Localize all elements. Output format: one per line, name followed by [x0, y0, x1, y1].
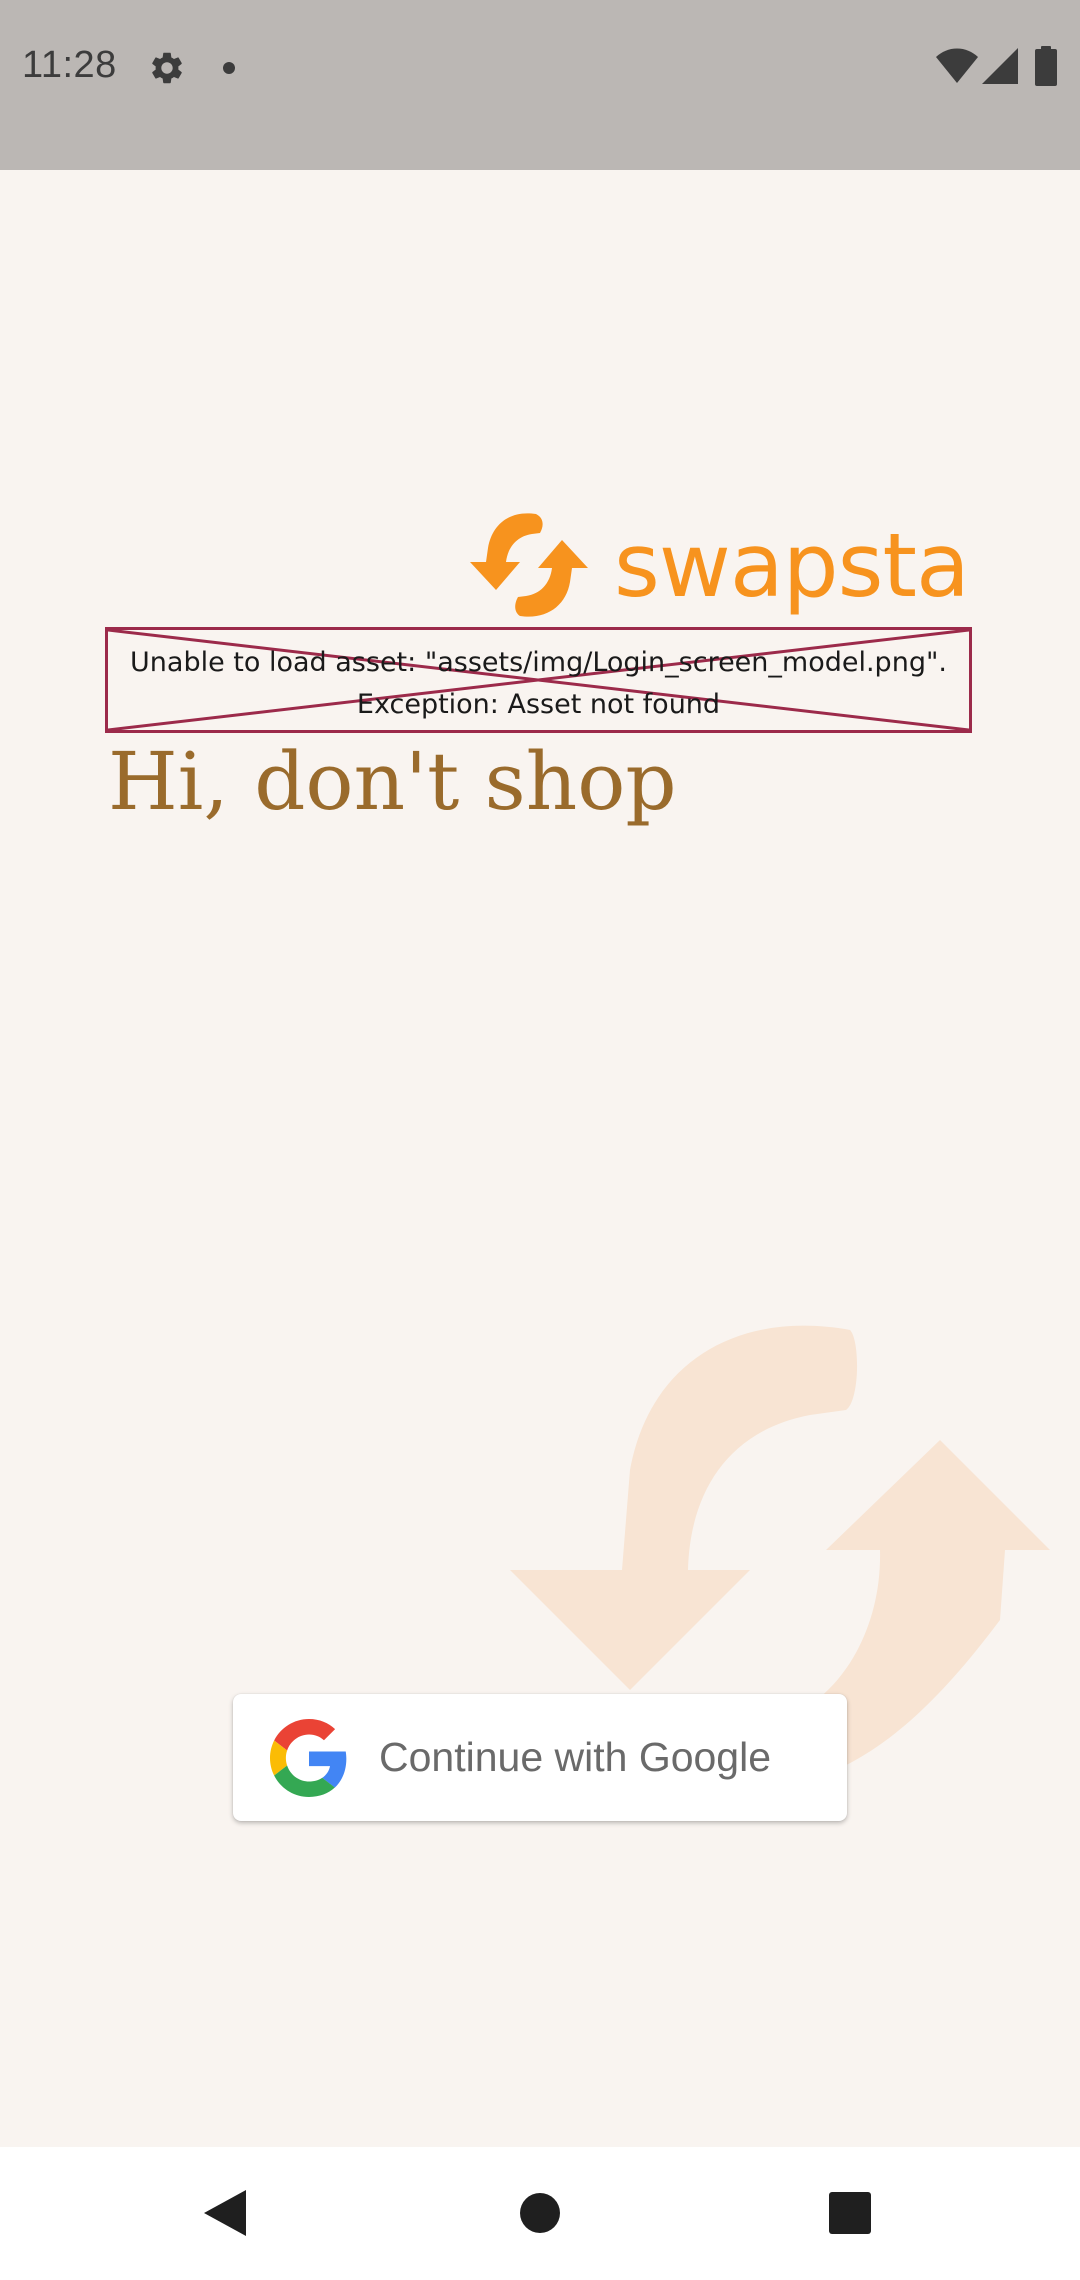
back-icon[interactable] — [204, 2190, 246, 2241]
continue-with-google-button[interactable]: Continue with Google — [233, 1694, 847, 1821]
login-screen: 11:28 swapsta Unable to load asset: "ass… — [0, 0, 1080, 2280]
google-g-icon — [270, 1719, 347, 1797]
wifi-icon — [936, 48, 978, 89]
asset-error-message: Unable to load asset: "assets/img/Login_… — [130, 647, 947, 720]
google-button-label: Continue with Google — [379, 1734, 772, 1780]
swapsta-logo: swapsta — [470, 510, 970, 620]
status-bar: 11:28 — [0, 0, 1080, 170]
home-icon[interactable] — [519, 2192, 561, 2239]
cellular-signal-icon — [982, 48, 1018, 89]
navigation-bar — [0, 2147, 1080, 2280]
battery-icon — [1035, 46, 1057, 91]
greeting-heading: Hi, don't shop — [108, 735, 677, 828]
swapsta-logo-icon — [470, 513, 588, 617]
notification-dot-icon — [222, 61, 236, 80]
asset-error-placeholder: Unable to load asset: "assets/img/Login_… — [105, 627, 972, 733]
recents-icon[interactable] — [829, 2192, 871, 2239]
settings-icon — [148, 49, 186, 92]
status-time: 11:28 — [22, 44, 117, 86]
swapsta-logo-text: swapsta — [614, 514, 970, 617]
